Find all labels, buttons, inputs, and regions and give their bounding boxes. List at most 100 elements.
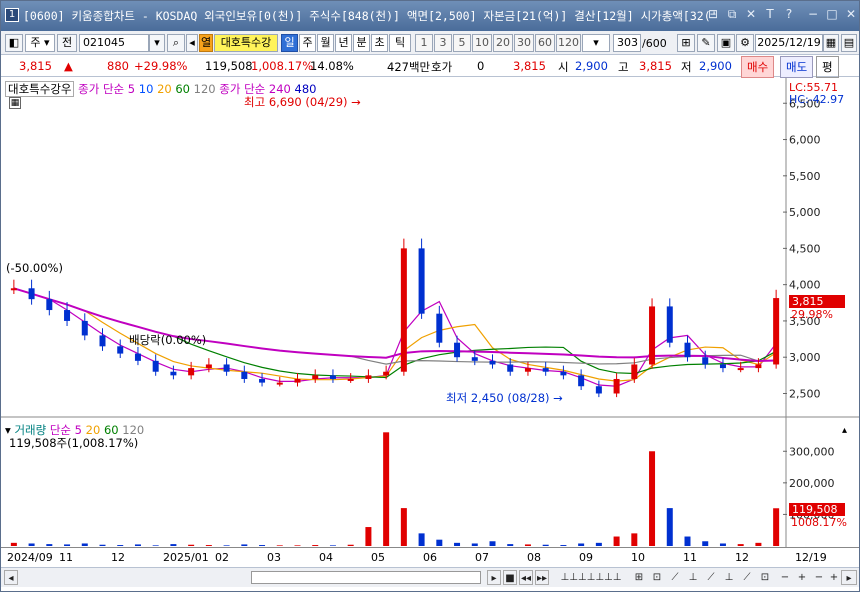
zoom-in-icon[interactable]: + [794,570,810,585]
indicator-icon[interactable]: ⊞ [677,34,695,52]
period-day[interactable]: 일 [281,34,298,52]
cycle-icon[interactable]: ⊥ [721,570,737,585]
stop-icon[interactable]: ■ [503,570,517,585]
add-panel-icon[interactable]: + [826,570,842,585]
speaker-icon[interactable]: ◂ [186,34,198,52]
column-button[interactable]: 열 [199,34,213,52]
date-input[interactable]: 2025/12/19 [755,34,823,52]
erase-icon[interactable]: ⊡ [757,570,773,585]
candle-body [152,360,159,372]
period-year[interactable]: 년 [335,34,352,52]
period-month[interactable]: 월 [317,34,334,52]
crosshair-icon[interactable]: ⊡ [649,570,665,585]
x-axis: 2024/09 11 12 2025/01 02 03 04 05 06 07 08 09 10 11 12… [1,547,859,567]
legend-stock-name[interactable]: 대호특수강우 [5,81,75,97]
market-select[interactable]: 주 ▾ [25,34,55,52]
candle-body [276,382,283,385]
candle-body [595,386,602,394]
zoom-out-icon[interactable]: − [777,570,793,585]
scroll-bar[interactable]: ◂ ▸ ■ ◂◂ ▸▸ ⊥⊥⊥⊥⊥⊥⊥ ⊞ ⊡ ⟋ ⊥ ⟋ ⊥ ⟋ ⊡ − + … [1,567,859,587]
candle-body [649,306,656,365]
interval-custom-select[interactable]: ▾ [582,34,610,52]
fibo-icon[interactable]: ⟋ [703,570,719,585]
x-tick-label: 05 [371,551,385,564]
volume-bar [755,542,762,546]
settings-icon[interactable]: ⚙ [736,34,754,52]
step-back-icon[interactable]: ◂◂ [519,570,533,585]
interval-5[interactable]: 5 [453,34,471,52]
candle-body [684,342,691,358]
restore-icon[interactable]: ⊟ [704,7,722,21]
chart-canvas[interactable]: 6,5006,0005,5005,0004,5004,0003,5003,000… [1,78,859,548]
reset-zoom-icon[interactable]: − [811,570,827,585]
interval-1[interactable]: 1 [415,34,433,52]
candle-body [329,375,336,379]
period-second[interactable]: 초 [371,34,388,52]
buy-button[interactable]: 매수 [741,56,775,78]
grid-toggle-icon[interactable]: ▦ [9,97,21,109]
volume-bar [524,544,531,546]
maximize-icon[interactable]: □ [823,7,841,21]
interval-20[interactable]: 20 [493,34,513,52]
save-icon[interactable]: ▣ [717,34,735,52]
tile-icon[interactable]: ⧉ [723,7,741,22]
volume-bar [64,544,71,546]
window-number-badge[interactable]: 1 [5,8,19,22]
trendline-icon[interactable]: ⟋ [667,570,683,585]
toolbar-extra-icon[interactable]: ▤ [841,34,857,52]
open-label: 시 [558,60,569,74]
minimize-icon[interactable]: − [804,7,822,21]
x-tick-label: 2025/01 [163,551,209,564]
legend-ma120: 120 [193,82,216,96]
draw-tool-icon[interactable]: ✎ [697,34,715,52]
x-tick-label: 10 [631,551,645,564]
text-tool-icon[interactable]: ⟋ [739,570,755,585]
volume-bar [383,432,390,546]
scroll-left-icon[interactable]: ◂ [4,570,18,585]
period-week[interactable]: 주 [299,34,316,52]
price-tick-label: 2,500 [789,387,821,400]
code-dropdown-icon[interactable]: ▾ [149,34,165,52]
window-title: [0600] 키움종합차트 - KOSDAQ 외국인보유[0(천)] 주식수[8… [23,9,718,23]
stock-code-input[interactable]: 021045 [79,34,149,52]
pin-icon[interactable]: ✕ [742,7,760,21]
panel-toggle-icon[interactable]: ▴ [842,425,847,436]
data-count-input[interactable]: 303 [613,34,641,52]
close-icon[interactable]: ✕ [842,7,860,21]
interval-60[interactable]: 60 [535,34,555,52]
stock-name-field[interactable]: 대호특수강 [214,34,278,52]
scroll-thumb[interactable] [251,571,481,584]
scroll-right-icon[interactable]: ▸ [487,570,501,585]
candle-body [418,248,425,314]
volume-bar [631,533,638,546]
zoom-slider[interactable]: ⊥⊥⊥⊥⊥⊥⊥ [556,570,626,585]
interval-3[interactable]: 3 [434,34,452,52]
font-icon[interactable]: T [761,7,779,21]
hoga-value: 0 [477,59,485,73]
scroll-end-icon[interactable]: ▸ [841,570,857,585]
play-icon[interactable]: ▸▸ [535,570,549,585]
period-tick[interactable]: 틱 [389,34,411,52]
interval-120[interactable]: 120 [556,34,581,52]
volume-bar [684,536,691,546]
volume-bar [773,508,780,546]
candle-body [241,371,248,379]
volume-bar [117,545,124,546]
period-minute[interactable]: 분 [353,34,370,52]
sell-button[interactable]: 매도 [780,56,814,78]
layout-icon[interactable]: ◧ [5,34,23,52]
volume-bar [241,544,248,546]
zoom-fit-icon[interactable]: ⊞ [631,570,647,585]
hline-icon[interactable]: ⊥ [685,570,701,585]
candle-body [347,378,354,381]
low-note: 최저 2,450 (08/28) → [446,391,563,405]
last-volume-pct: 1008.17% [791,516,847,529]
interval-10[interactable]: 10 [472,34,492,52]
average-button[interactable]: 평 [816,56,839,78]
prev-button[interactable]: 전 [57,34,77,52]
calendar-icon[interactable]: ▦ [823,34,839,52]
volume-bar [560,545,567,546]
interval-30[interactable]: 30 [514,34,534,52]
help-icon[interactable]: ? [780,7,798,21]
search-icon[interactable]: ⌕ [167,34,185,52]
